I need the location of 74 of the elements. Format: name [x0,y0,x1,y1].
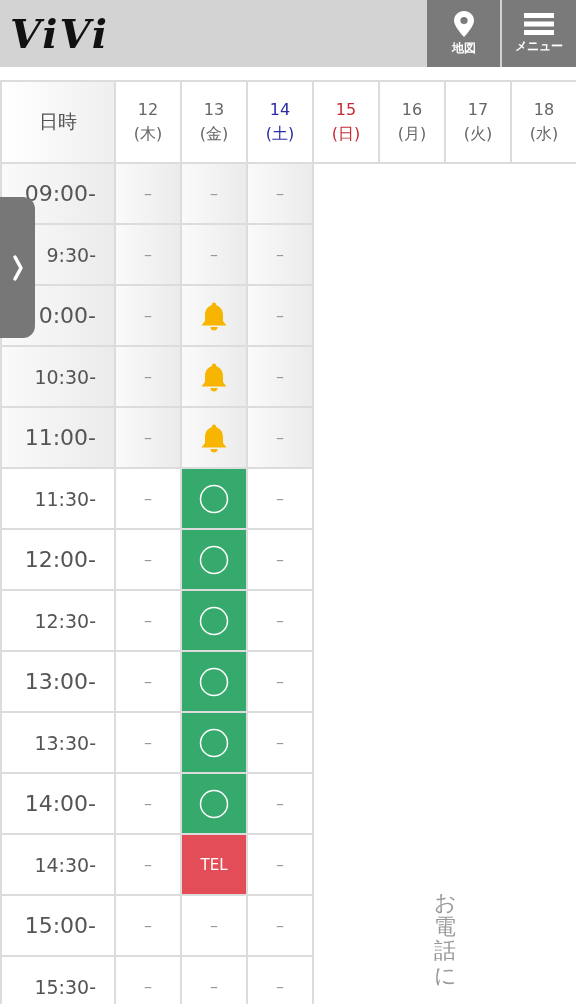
unavailable-mark: – [248,469,312,528]
circle-icon [199,544,229,575]
phone-note: お電話に [434,891,456,988]
column-header: 日時 [2,82,114,162]
unavailable-mark: – [182,896,246,955]
unavailable-mark: – [116,713,180,772]
unavailable-mark: – [116,835,180,894]
unavailable-mark: – [248,774,312,833]
time-label: 15:00- [2,896,114,955]
time-label: 13:00- [2,652,114,711]
chevron-right-icon [11,253,24,282]
unavailable-mark: – [248,591,312,650]
logo: ViVi [10,10,110,57]
unavailable-mark: – [248,835,312,894]
date-header: 15 (日) [314,82,378,162]
time-label: 12:00- [2,530,114,589]
available-slot[interactable] [182,774,246,833]
available-slot[interactable] [182,713,246,772]
unavailable-mark: – [116,652,180,711]
unavailable-mark: – [116,591,180,650]
unavailable-mark: – [248,896,312,955]
unavailable-mark: – [248,530,312,589]
unavailable-mark: – [248,713,312,772]
available-slot[interactable] [182,652,246,711]
date-header: 14 (土) [248,82,312,162]
unavailable-mark: – [248,164,312,223]
time-label: 11:00- [2,408,114,467]
unavailable-mark: – [248,652,312,711]
available-slot[interactable] [182,469,246,528]
bell-icon[interactable] [200,300,228,331]
available-slot[interactable] [182,530,246,589]
date-header: 12 (木) [116,82,180,162]
unavailable-mark: – [116,896,180,955]
time-label: 15:30- [2,957,114,1004]
circle-icon [199,727,229,758]
unavailable-mark: – [248,408,312,467]
unavailable-mark: – [116,530,180,589]
time-label: 13:30- [2,713,114,772]
time-label: 12:30- [2,591,114,650]
menu-icon [524,12,554,35]
date-header: 18 (水) [512,82,576,162]
menu-button[interactable]: メニュー [502,0,576,67]
time-label: 14:30- [2,835,114,894]
map-pin-icon [453,10,474,37]
map-button[interactable]: 地図 [427,0,500,67]
circle-icon [199,605,229,636]
unavailable-mark: – [248,957,312,1004]
unavailable-mark: – [116,469,180,528]
date-header: 13 (金) [182,82,246,162]
circle-icon [199,666,229,697]
date-header: 17 (火) [446,82,510,162]
unavailable-mark: – [116,408,180,467]
unavailable-mark: – [116,225,180,284]
unavailable-mark: – [248,347,312,406]
time-label: 10:30- [2,347,114,406]
unavailable-mark: – [182,164,246,223]
unavailable-mark: – [116,774,180,833]
unavailable-mark: – [116,164,180,223]
unavailable-mark: – [116,347,180,406]
circle-icon [199,483,229,514]
circle-icon [199,788,229,819]
unavailable-mark: – [116,286,180,345]
date-header: 16 (月) [380,82,444,162]
available-slot[interactable] [182,591,246,650]
bell-icon[interactable] [200,361,228,392]
time-label: 11:30- [2,469,114,528]
phone-only-slot[interactable]: TEL [182,835,246,894]
unavailable-mark: – [248,225,312,284]
bell-icon[interactable] [200,422,228,453]
unavailable-mark: – [248,286,312,345]
unavailable-mark: – [116,957,180,1004]
time-label: 14:00- [2,774,114,833]
unavailable-mark: – [182,957,246,1004]
unavailable-mark: – [182,225,246,284]
